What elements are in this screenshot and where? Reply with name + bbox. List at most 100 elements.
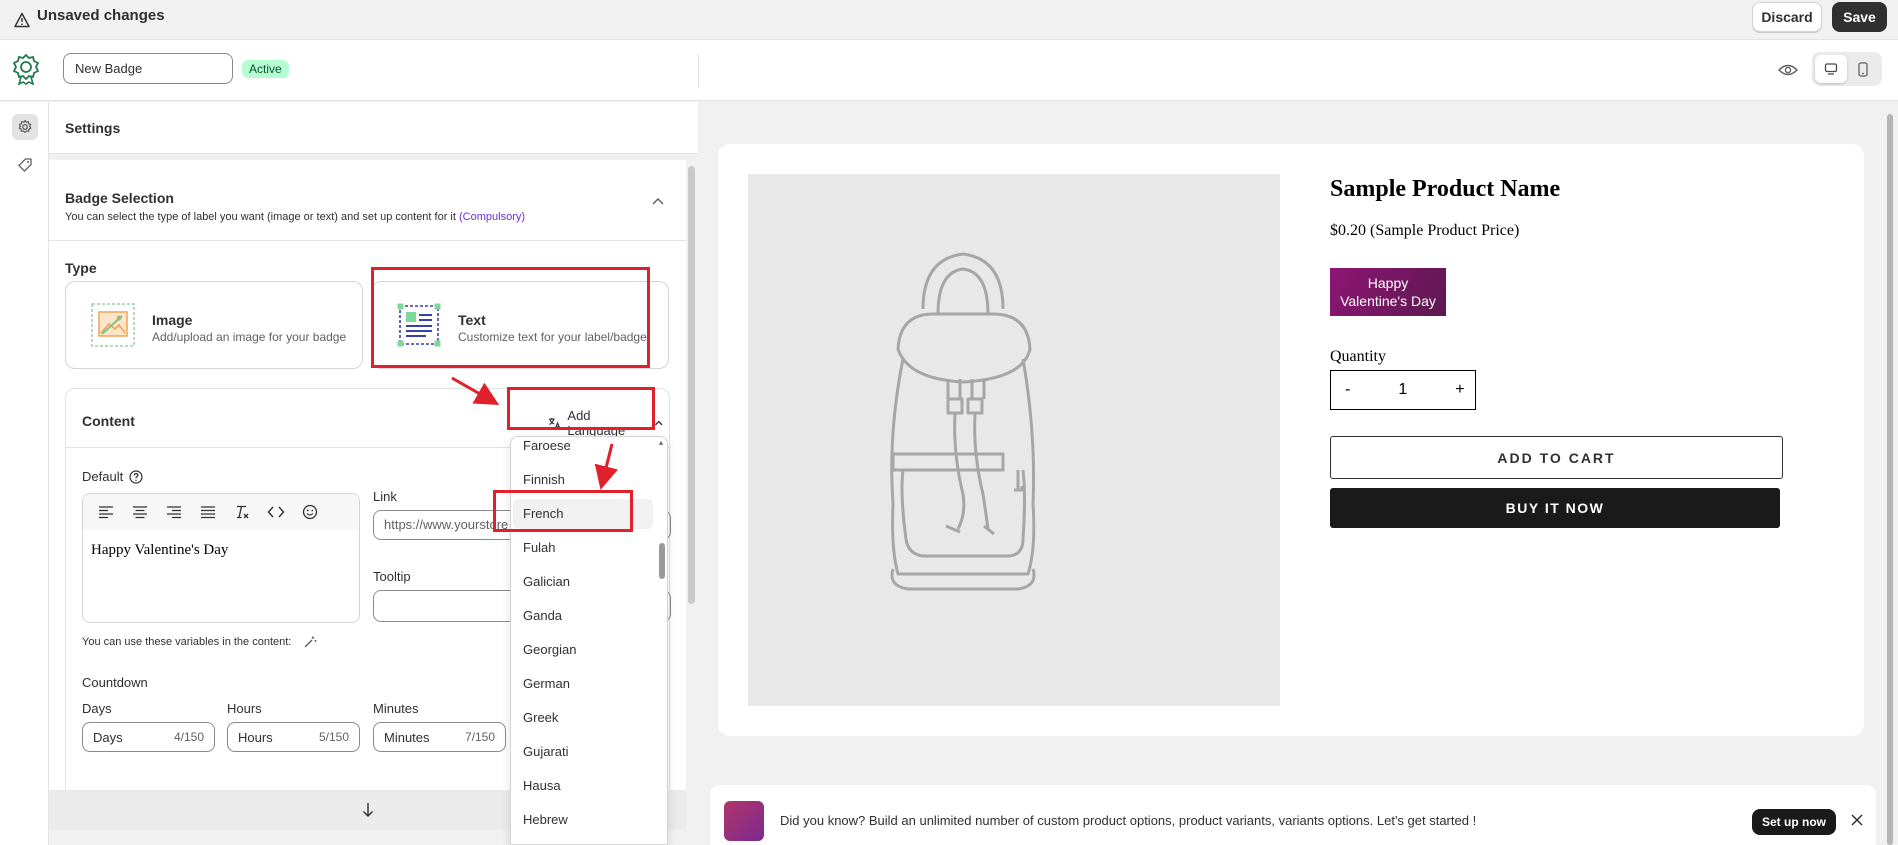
status-badge: Active — [242, 60, 289, 78]
close-icon[interactable] — [1850, 813, 1864, 827]
rich-text-editor[interactable]: Happy Valentine's Day — [82, 493, 360, 623]
dropdown-scroll-up-icon[interactable]: ▴ — [659, 439, 665, 447]
promo-app-icon — [724, 801, 764, 841]
type-option-image[interactable]: Image Add/upload an image for your badge — [65, 281, 363, 369]
countdown-minutes-input[interactable]: Minutes 7/150 — [373, 722, 506, 752]
language-option[interactable]: Hebrew — [513, 805, 653, 835]
product-image — [748, 174, 1280, 706]
app-logo-icon — [12, 53, 40, 85]
char-count: 5/150 — [318, 730, 349, 744]
quantity-minus-button[interactable]: - — [1345, 381, 1350, 399]
variables-note: You can use these variables in the conte… — [82, 635, 317, 649]
emoji-button[interactable] — [295, 499, 325, 525]
align-right-button[interactable] — [159, 499, 189, 525]
compulsory-label: (Compulsory) — [459, 211, 526, 223]
product-name: Sample Product Name — [1330, 176, 1561, 202]
promo-banner: Did you know? Build an unlimited number … — [710, 785, 1876, 845]
promo-banner-text: Did you know? Build an unlimited number … — [780, 813, 1477, 828]
default-label-text: Default — [82, 469, 124, 484]
product-price: $0.20 (Sample Product Price) — [1330, 222, 1520, 239]
countdown-hours-input[interactable]: Hours 5/150 — [227, 722, 360, 752]
countdown-days-label: Days — [82, 701, 112, 716]
help-icon[interactable] — [129, 469, 143, 484]
countdown-days: Days Days 4/150 — [82, 701, 217, 752]
align-center-icon — [133, 506, 147, 519]
settings-title: Settings — [65, 120, 121, 136]
warning-icon — [14, 12, 30, 28]
rail-settings-button[interactable] — [12, 114, 38, 140]
char-count: 4/150 — [173, 730, 204, 744]
countdown-minutes-value: Minutes — [384, 729, 430, 745]
language-option[interactable]: German — [513, 669, 653, 699]
chevron-up-icon — [655, 420, 664, 426]
countdown-days-input[interactable]: Days 4/150 — [82, 722, 215, 752]
code-icon — [267, 506, 285, 518]
preview-badge: Happy Valentine's Day — [1330, 268, 1446, 316]
editor-header: Active — [0, 40, 1898, 101]
tooltip-label: Tooltip — [373, 569, 411, 584]
countdown-hours: Hours Hours 5/150 — [227, 701, 362, 752]
countdown-label: Countdown — [82, 675, 148, 690]
header-divider — [698, 54, 699, 88]
annotation-box-text-type — [371, 267, 650, 368]
chevron-up-icon[interactable] — [651, 196, 665, 206]
justify-button[interactable] — [193, 499, 223, 525]
language-option[interactable]: Ganda — [513, 601, 653, 631]
quantity-label: Quantity — [1330, 348, 1386, 365]
add-to-cart-button[interactable]: ADD TO CART — [1330, 436, 1783, 479]
language-option[interactable]: Fulah — [513, 533, 653, 563]
type-image-description: Add/upload an image for your badge — [152, 330, 347, 344]
countdown-days-value: Days — [93, 729, 123, 745]
variables-note-text: You can use these variables in the conte… — [82, 636, 292, 648]
preview-badge-line1: Happy — [1367, 275, 1409, 291]
editor-content[interactable]: Happy Valentine's Day — [91, 542, 228, 559]
code-button[interactable] — [261, 499, 291, 525]
countdown-minutes: Minutes Minutes 7/150 — [373, 701, 508, 752]
type-image-title: Image — [152, 312, 193, 328]
divider — [49, 240, 686, 241]
clear-format-icon — [237, 505, 249, 519]
language-option[interactable]: Gujarati — [513, 737, 653, 767]
buy-it-now-button[interactable]: BUY IT NOW — [1330, 488, 1780, 528]
image-badge-icon — [91, 303, 135, 347]
countdown-hours-value: Hours — [238, 729, 273, 745]
set-up-now-button[interactable]: Set up now — [1752, 809, 1836, 835]
countdown-hours-label: Hours — [227, 701, 262, 716]
language-option[interactable]: Georgian — [513, 635, 653, 665]
settings-header: Settings — [49, 102, 698, 154]
preview-badge-line2: Valentine's Day — [1340, 293, 1436, 309]
settings-scrollbar[interactable] — [688, 166, 695, 604]
language-option[interactable]: Hausa — [513, 771, 653, 801]
align-center-button[interactable] — [125, 499, 155, 525]
backpack-icon — [890, 252, 1036, 591]
eye-icon[interactable] — [1778, 62, 1798, 78]
mobile-icon — [1858, 61, 1868, 77]
tag-icon — [18, 158, 32, 172]
default-label: Default — [82, 469, 143, 484]
quantity-value[interactable]: 1 — [1398, 381, 1407, 399]
clear-format-button[interactable] — [227, 499, 257, 525]
language-option[interactable]: Faroese — [513, 437, 653, 461]
link-label: Link — [373, 489, 397, 504]
quantity-plus-button[interactable]: + — [1455, 381, 1464, 399]
save-button[interactable]: Save — [1832, 2, 1887, 32]
language-option[interactable]: Greek — [513, 703, 653, 733]
align-left-button[interactable] — [91, 499, 121, 525]
align-left-icon — [99, 506, 113, 519]
preview-scrollbar[interactable] — [1887, 114, 1893, 845]
dropdown-scrollbar[interactable] — [659, 543, 665, 579]
magic-wand-icon[interactable] — [303, 635, 317, 649]
discard-button[interactable]: Discard — [1752, 2, 1822, 32]
language-option[interactable]: Galician — [513, 567, 653, 597]
product-preview-card: Sample Product Name $0.20 (Sample Produc… — [718, 144, 1864, 736]
badge-selection-description-text: You can select the type of label you wan… — [65, 211, 456, 223]
mobile-view-button[interactable] — [1847, 55, 1879, 83]
rail-badges-button[interactable] — [12, 152, 38, 178]
quantity-stepper: - 1 + — [1330, 370, 1476, 410]
char-count: 7/150 — [464, 730, 495, 744]
emoji-icon — [302, 504, 318, 520]
preview-area: Sample Product Name $0.20 (Sample Produc… — [698, 102, 1898, 845]
annotation-box-french — [493, 490, 633, 532]
desktop-view-button[interactable] — [1815, 55, 1847, 83]
badge-name-input[interactable] — [63, 53, 233, 84]
